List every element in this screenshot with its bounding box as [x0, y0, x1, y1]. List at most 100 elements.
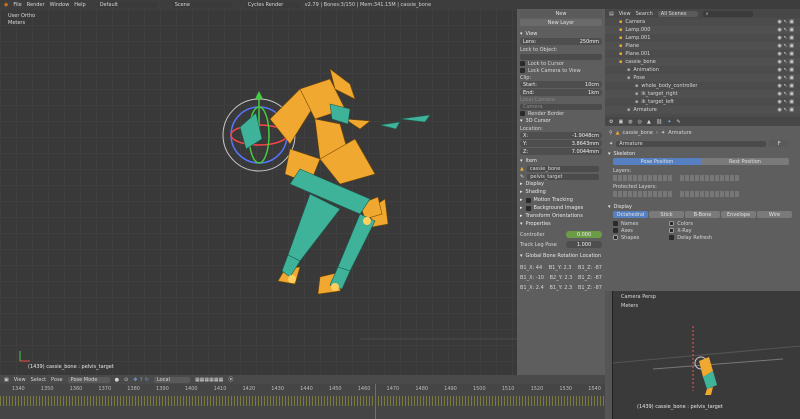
lock-object-field[interactable] — [520, 53, 602, 60]
armature-name-field[interactable]: Armature — [616, 140, 767, 147]
view-section-header[interactable]: ▾ View — [517, 30, 605, 38]
outliner-item[interactable]: ▪ cassie_bone ◉ ↖ ▣ — [605, 58, 800, 66]
cursor-y-field[interactable]: Y: 3.8643mm — [520, 140, 602, 147]
area-divider[interactable] — [605, 291, 612, 419]
visibility-icon[interactable]: ◉ ↖ ▣ — [778, 43, 794, 49]
bone-tab-icon[interactable]: ✎ — [676, 119, 680, 125]
blender-icon[interactable]: ◉ — [4, 2, 8, 8]
clip-end-field[interactable]: End: 1km — [520, 89, 602, 96]
global-bone-rotation-header[interactable]: ▾ Global Bone Rotation Location — [517, 252, 605, 260]
menu-select[interactable]: Select — [31, 377, 46, 383]
shading-section-header[interactable]: ▸ Shading — [517, 188, 605, 196]
orientation-selector[interactable]: Local — [153, 376, 190, 383]
cursor-x-field[interactable]: X: -1.9048cm — [520, 132, 602, 139]
layer-buttons[interactable] — [605, 174, 800, 181]
motion-tracking-checkbox[interactable] — [525, 197, 531, 203]
outliner-editor-icon[interactable]: ▤ — [609, 11, 614, 17]
constraints-tab-icon[interactable]: ⛓ — [656, 119, 662, 125]
pin-icon[interactable]: ⚲ — [609, 130, 613, 136]
lock-cursor-checkbox[interactable] — [520, 61, 525, 66]
outliner-search-menu[interactable]: Search — [636, 11, 653, 17]
fake-user-button[interactable]: F — [769, 140, 790, 147]
background-images-section-header[interactable]: ▸ Background Images — [517, 204, 605, 212]
timeline[interactable]: 1340 1350 1360 1370 1380 1390 1400 1410 1420 1430… — [0, 384, 605, 419]
local-camera-field[interactable]: Camera — [520, 103, 602, 110]
lock-camera-checkbox[interactable] — [520, 68, 525, 73]
outliner-item[interactable]: ▪ Plane.001 ◉ ↖ ▣ — [605, 50, 800, 58]
background-images-checkbox[interactable] — [525, 205, 531, 211]
outliner-search-input[interactable]: ⌕ — [702, 10, 753, 17]
skeleton-section-header[interactable]: ▾ Skeleton — [605, 150, 800, 158]
outliner-view-menu[interactable]: View — [619, 11, 631, 17]
menu-view[interactable]: View — [14, 377, 26, 383]
shading-icon[interactable]: ● — [115, 377, 119, 383]
menu-render[interactable]: Render — [27, 2, 45, 8]
render-engine-selector[interactable]: Cycles Render — [244, 1, 300, 8]
new-button[interactable]: New — [520, 10, 602, 17]
visibility-icon[interactable]: ◉ ↖ ▣ — [778, 83, 794, 89]
visibility-icon[interactable]: ◉ ↖ ▣ — [778, 27, 794, 33]
display-mode-selector[interactable]: All Scenes — [657, 10, 698, 17]
stick-button[interactable]: Stick — [649, 211, 684, 218]
xray-checkbox[interactable] — [669, 228, 675, 233]
controller-field[interactable]: 0.000 — [566, 231, 602, 238]
outliner-item[interactable]: ▪ Plane ◉ ↖ ▣ — [605, 42, 800, 50]
snap-icon[interactable]: ⦿ — [228, 376, 233, 383]
cursor-z-field[interactable]: Z: 7.0044mm — [520, 148, 602, 155]
protected-layer-buttons[interactable] — [605, 190, 800, 197]
scene-selector[interactable]: Scene — [171, 1, 232, 8]
display-section-header[interactable]: ▸ Display — [517, 180, 605, 188]
motion-tracking-section-header[interactable]: ▸ Motion Tracking — [517, 196, 605, 204]
outliner-item[interactable]: ▪ Lamp.000 ◉ ↖ ▣ — [605, 26, 800, 34]
outliner-item[interactable]: ▪ Animation ◉ ↖ ▣ — [605, 66, 800, 74]
item-name-field[interactable]: cassie_bone — [526, 165, 599, 172]
camera-viewport[interactable]: Camera Persp Meters (1439) cassie_bone :… — [612, 291, 800, 419]
props-editor-icon[interactable]: ⚙ — [609, 119, 613, 125]
outliner-item[interactable]: ▪ Pose ◉ ↖ ▣ — [605, 74, 800, 82]
new-layer-button[interactable]: New Layer — [520, 19, 602, 26]
item-section-header[interactable]: ▾ Item — [517, 157, 605, 165]
properties-section-header[interactable]: ▾ Properties — [517, 220, 605, 228]
viewport-3d[interactable]: User Ortho Meters (1439) cassie_bone: p… — [0, 9, 517, 375]
visibility-icon[interactable]: ◉ ↖ ▣ — [778, 91, 794, 97]
visibility-icon[interactable]: ◉ ↖ ▣ — [778, 59, 794, 65]
layout-selector[interactable]: Default — [96, 1, 157, 8]
visibility-icon[interactable]: ◉ ↖ ▣ — [778, 75, 794, 81]
wire-button[interactable]: Wire — [757, 211, 792, 218]
menu-pose[interactable]: Pose — [51, 377, 63, 383]
outliner-item[interactable]: ▪ Camera ◉ ↖ ▣ — [605, 18, 800, 26]
lens-field[interactable]: Lens: 250mm — [520, 38, 602, 45]
axes-checkbox[interactable] — [613, 228, 618, 233]
shapes-checkbox[interactable] — [613, 235, 618, 240]
pose-position-button[interactable]: Pose Position — [613, 158, 701, 165]
clip-start-field[interactable]: Start: 10cm — [520, 81, 602, 88]
pivot-icon[interactable]: ⊙ — [124, 377, 128, 383]
menu-window[interactable]: Window — [50, 2, 70, 8]
colors-checkbox[interactable] — [669, 221, 675, 226]
track-leg-pose-field[interactable]: 1.000 — [566, 241, 602, 248]
menu-file[interactable]: File — [13, 2, 21, 8]
transform-orientations-section-header[interactable]: ▸ Transform Orientations — [517, 212, 605, 220]
delay-refresh-checkbox[interactable] — [669, 235, 675, 240]
outliner-item[interactable]: ▪ whole_body_controller ◉ ↖ ▣ — [605, 82, 800, 90]
render-border-checkbox[interactable] — [520, 111, 525, 116]
object-tab-icon[interactable]: ▲ — [647, 119, 651, 125]
3d-cursor-section-header[interactable]: ▾ 3D Cursor — [517, 117, 605, 125]
visibility-icon[interactable]: ◉ ↖ ▣ — [778, 35, 794, 41]
outliner-item[interactable]: ▪ ik_target_left ◉ ↖ ▣ — [605, 98, 800, 106]
visibility-icon[interactable]: ◉ ↖ ▣ — [778, 51, 794, 57]
visibility-icon[interactable]: ◉ ↖ ▣ — [778, 99, 794, 105]
outliner-item[interactable]: ▪ Lamp.001 ◉ ↖ ▣ — [605, 34, 800, 42]
visibility-icon[interactable]: ◉ ↖ ▣ — [778, 107, 794, 113]
outliner-item[interactable]: ▪ Armature ◉ ↖ ▣ — [605, 106, 800, 114]
outliner-item[interactable]: ▪ ik_target_right ◉ ↖ ▣ — [605, 90, 800, 98]
visibility-icon[interactable]: ◉ ↖ ▣ — [778, 67, 794, 73]
bbone-button[interactable]: B-Bone — [685, 211, 720, 218]
rest-position-button[interactable]: Rest Position — [701, 158, 789, 165]
playhead[interactable] — [375, 384, 376, 419]
render-tab-icon[interactable]: ▣ — [618, 119, 623, 125]
world-tab-icon[interactable]: ◎ — [638, 119, 642, 125]
bone-name-field[interactable]: pelvis_target — [527, 173, 600, 180]
editor-type-icon[interactable]: ▣ — [4, 377, 9, 383]
display-section-header[interactable]: ▾ Display — [605, 203, 800, 211]
